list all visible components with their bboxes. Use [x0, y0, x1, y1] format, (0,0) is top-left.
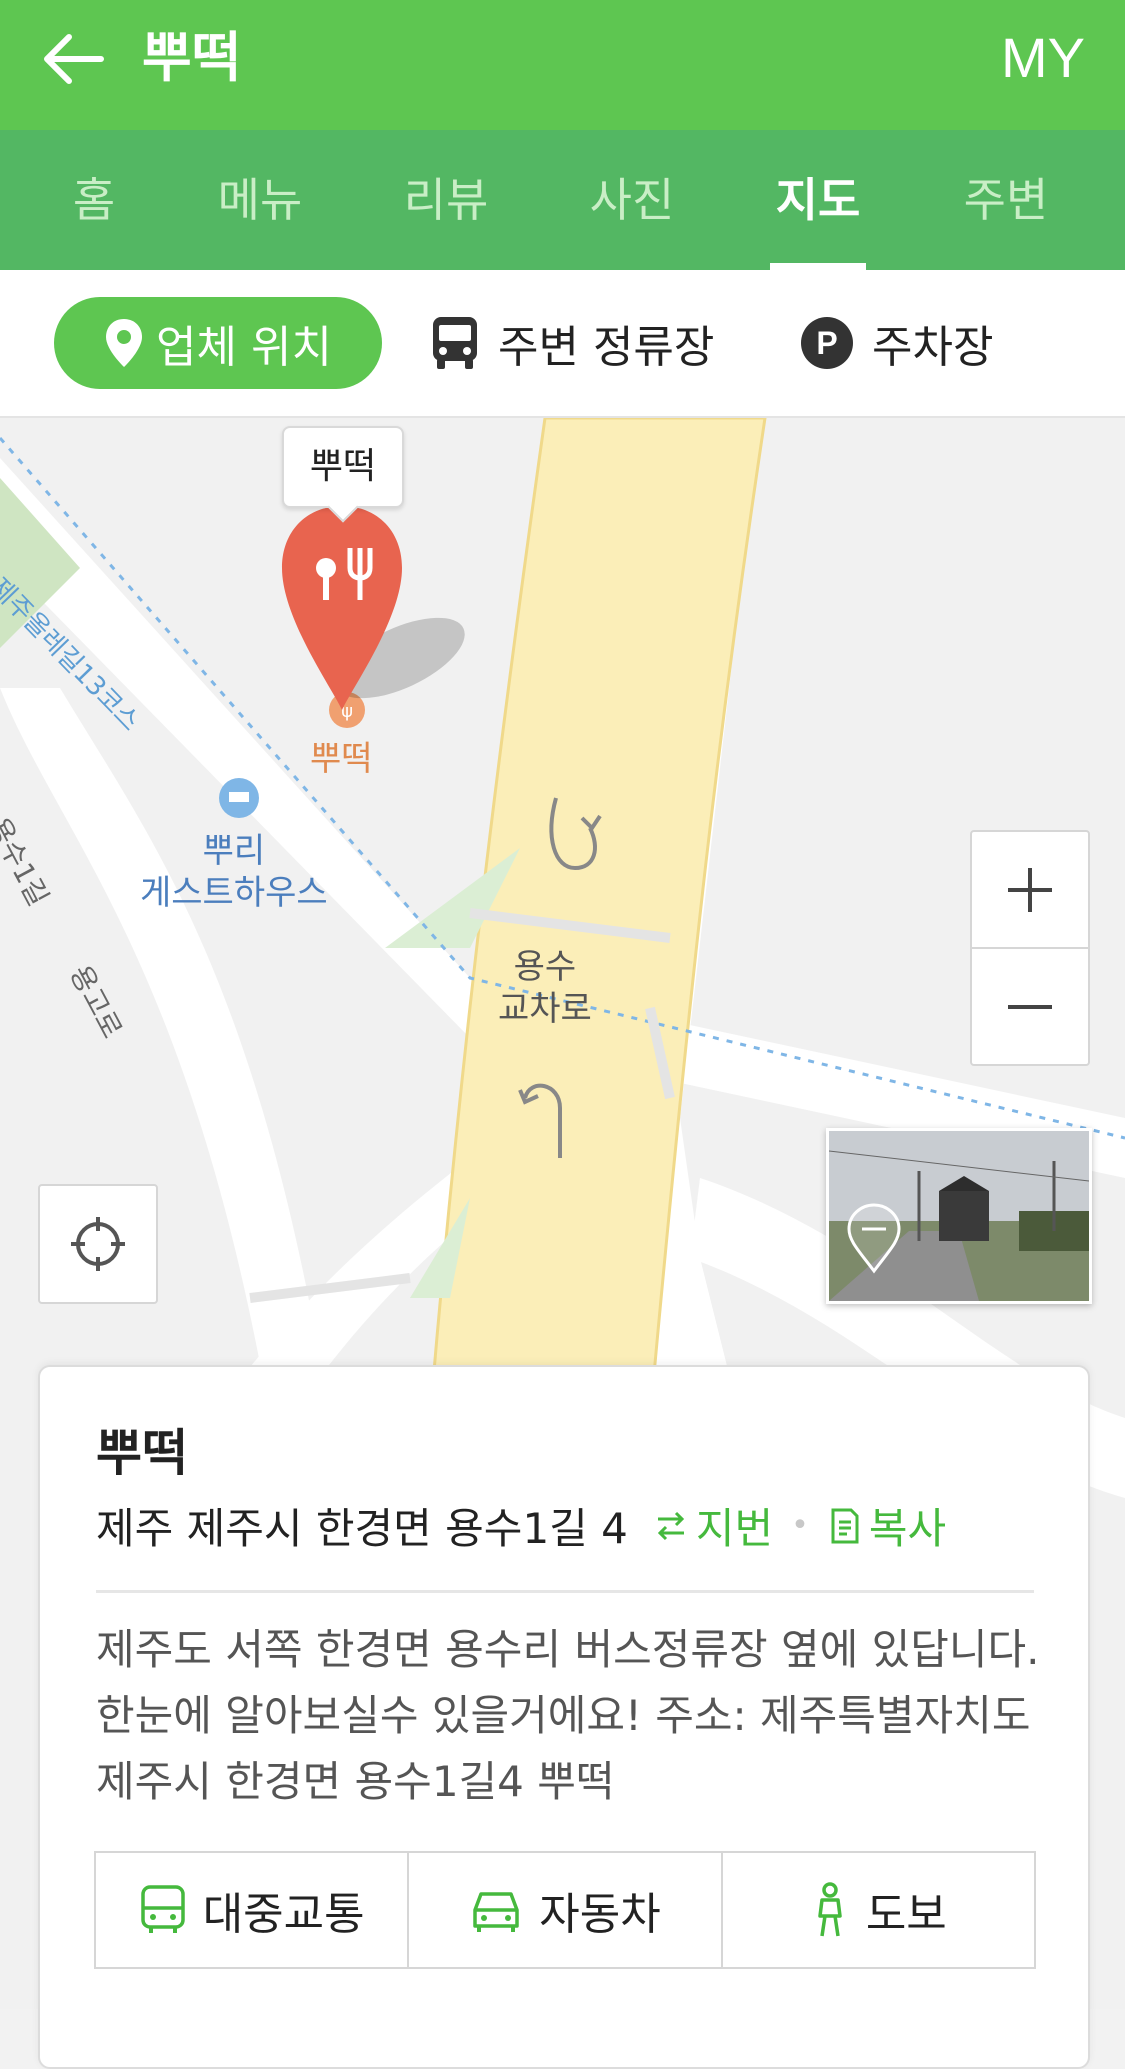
- copy-button[interactable]: 복사: [827, 1495, 946, 1556]
- marker-tooltip[interactable]: 뿌떡: [282, 426, 404, 508]
- intersection-label: 용수 교차로: [498, 946, 592, 1030]
- intersection-label-line2: 교차로: [498, 989, 592, 1029]
- location-pin-icon: [106, 319, 143, 367]
- top-app-bar: 뿌떡 MY: [0, 0, 1125, 130]
- minus-icon: [1008, 1004, 1052, 1009]
- walk-label: 도보: [865, 1889, 947, 1940]
- svg-text:P: P: [816, 325, 837, 361]
- zoom-in-button[interactable]: [972, 832, 1088, 947]
- directions-bar: 대중교통 자동차 도보: [94, 1851, 1036, 1969]
- parking-label: 주차장: [872, 322, 994, 373]
- map-filter-bar: 업체 위치 주변 정류장 P 주차장: [0, 270, 1125, 418]
- tab-home[interactable]: 홈: [4, 130, 184, 270]
- divider: [96, 1590, 1034, 1593]
- zoom-controls: [970, 830, 1090, 1066]
- copy-icon: [831, 1508, 859, 1543]
- separator-dot: •: [791, 1508, 809, 1543]
- transit-bus-icon: [140, 1885, 185, 1933]
- nearby-bus-stop-button[interactable]: 주변 정류장: [430, 297, 714, 389]
- place-title: 뿌떡: [96, 1424, 188, 1482]
- tab-map[interactable]: 지도: [728, 130, 908, 270]
- walking-person-icon: [818, 1882, 842, 1937]
- public-transit-label: 대중교통: [202, 1889, 365, 1940]
- address-row: 제주 제주시 한경면 용수1길 4 지번 • 복사: [96, 1495, 946, 1556]
- crosshair-icon: [71, 1217, 125, 1271]
- parking-button[interactable]: P 주차장: [800, 297, 993, 389]
- guesthouse-label-line1: 뿌리: [202, 831, 266, 871]
- plus-icon: [1008, 867, 1052, 912]
- walk-button[interactable]: 도보: [720, 1853, 1034, 1967]
- tab-nearby[interactable]: 주변: [916, 130, 1096, 270]
- zoom-out-button[interactable]: [972, 947, 1088, 1064]
- swap-arrows-icon: [657, 1511, 685, 1540]
- copy-label: 복사: [868, 1504, 947, 1553]
- my-button[interactable]: MY: [1001, 18, 1085, 98]
- car-icon: [473, 1892, 520, 1932]
- jibun-button[interactable]: 지번: [654, 1495, 773, 1556]
- nearby-bus-stop-label: 주변 정류장: [498, 322, 715, 373]
- place-description: 제주도 서쪽 한경면 용수리 버스정류장 옆에 있답니다. 한눈에 알아보실수 …: [96, 1625, 1040, 1806]
- bus-icon: [433, 317, 477, 369]
- car-label: 자동차: [539, 1889, 661, 1940]
- roadview-image: [829, 1131, 1089, 1301]
- tab-photo[interactable]: 사진: [542, 130, 722, 270]
- intersection-label-line1: 용수: [513, 947, 577, 987]
- parking-icon: P: [801, 317, 853, 369]
- tab-menu[interactable]: 메뉴: [170, 130, 350, 270]
- roadview-thumbnail[interactable]: [826, 1128, 1092, 1304]
- guesthouse-label[interactable]: 뿌리 게스트하우스: [140, 830, 328, 914]
- jibun-label: 지번: [695, 1504, 774, 1553]
- place-info-card: 뿌떡 제주 제주시 한경면 용수1길 4 지번 • 복사 제주도 서쪽 한경면 …: [38, 1365, 1090, 2069]
- public-transit-button[interactable]: 대중교통: [96, 1853, 407, 1967]
- car-button[interactable]: 자동차: [407, 1853, 720, 1967]
- my-location-button[interactable]: [38, 1184, 158, 1304]
- arrow-left-icon: [44, 34, 104, 84]
- guesthouse-label-line2: 게스트하우스: [140, 873, 328, 913]
- back-button[interactable]: [38, 24, 108, 94]
- tab-review[interactable]: 리뷰: [356, 130, 536, 270]
- address-text: 제주 제주시 한경면 용수1길 4: [96, 1504, 628, 1553]
- tab-bar: 홈 메뉴 리뷰 사진 지도 주변: [0, 130, 1125, 270]
- page-title: 뿌떡: [142, 26, 242, 89]
- business-location-label: 업체 위치: [156, 322, 332, 373]
- business-location-button[interactable]: 업체 위치: [54, 297, 382, 389]
- poi-label[interactable]: 뿌떡: [310, 738, 373, 780]
